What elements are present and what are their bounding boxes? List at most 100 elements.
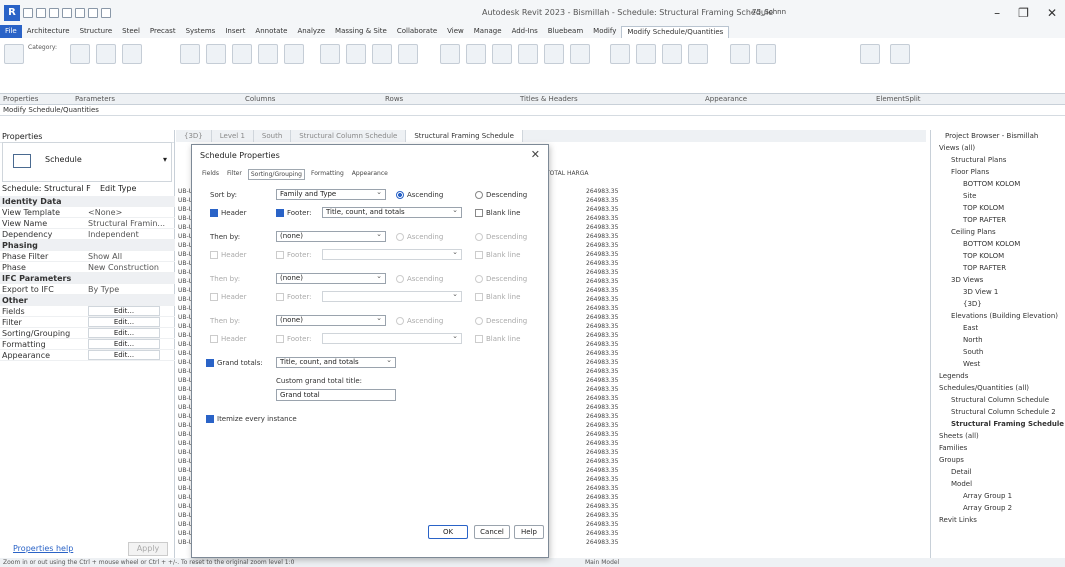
apply-button[interactable]: Apply bbox=[128, 542, 168, 556]
tree-item[interactable]: Structural Column Schedule 2 bbox=[951, 408, 1056, 416]
tree-item[interactable]: 3D View 1 bbox=[963, 288, 998, 296]
tree-item[interactable]: Structural Plans bbox=[951, 156, 1006, 164]
resize-row-icon[interactable] bbox=[398, 44, 418, 64]
schedule-cell-total[interactable]: 264983.35 bbox=[586, 350, 618, 358]
footer-checkbox[interactable] bbox=[276, 209, 284, 217]
font-icon[interactable] bbox=[688, 44, 708, 64]
dialog-tab[interactable]: Formatting bbox=[309, 169, 346, 180]
close-icon[interactable]: ✕ bbox=[1047, 6, 1057, 20]
schedule-cell-total[interactable]: 264983.35 bbox=[586, 395, 618, 403]
properties-help-link[interactable]: Properties help bbox=[13, 544, 73, 553]
tree-item[interactable]: Model bbox=[951, 480, 972, 488]
schedule-cell-total[interactable]: 264983.35 bbox=[586, 251, 618, 259]
schedule-cell-total[interactable]: 264983.35 bbox=[586, 224, 618, 232]
schedule-cell-total[interactable]: 264983.35 bbox=[586, 521, 618, 529]
blank-line-checkbox[interactable] bbox=[475, 293, 483, 301]
tree-item[interactable]: Detail bbox=[951, 468, 972, 476]
schedule-cell-total[interactable]: 264983.35 bbox=[586, 449, 618, 457]
footer-checkbox[interactable] bbox=[276, 335, 284, 343]
sort-by-select[interactable]: Family and Type bbox=[276, 188, 386, 200]
schedule-cell-total[interactable]: 264983.35 bbox=[586, 467, 618, 475]
measure-icon[interactable] bbox=[88, 7, 98, 18]
ok-button[interactable]: OK bbox=[428, 525, 468, 539]
user-name[interactable]: 75_Schnn bbox=[752, 8, 786, 16]
itemize-checkbox[interactable] bbox=[206, 415, 214, 423]
tree-item[interactable]: Ceiling Plans bbox=[951, 228, 996, 236]
unhide-column-icon[interactable] bbox=[284, 44, 304, 64]
ribbon-tab[interactable]: Architecture bbox=[22, 25, 75, 38]
schedule-cell-total[interactable]: 264983.35 bbox=[586, 476, 618, 484]
tree-item[interactable]: North bbox=[963, 336, 983, 344]
schedule-cell-total[interactable]: 264983.35 bbox=[586, 422, 618, 430]
schedule-cell-total[interactable]: 264983.35 bbox=[586, 188, 618, 196]
tree-item[interactable]: Legends bbox=[939, 372, 968, 380]
cancel-button[interactable]: Cancel bbox=[474, 525, 510, 539]
ribbon-tab[interactable]: Collaborate bbox=[392, 25, 442, 38]
blank-line-checkbox[interactable] bbox=[475, 251, 483, 259]
tree-item[interactable]: BOTTOM KOLOM bbox=[963, 240, 1020, 248]
footer-select[interactable] bbox=[322, 332, 462, 344]
schedule-cell-total[interactable]: 264983.35 bbox=[586, 206, 618, 214]
ascending-radio[interactable] bbox=[396, 191, 404, 199]
schedule-cell-total[interactable]: 264983.35 bbox=[586, 539, 618, 547]
ribbon-tab[interactable]: Analyze bbox=[292, 25, 330, 38]
schedule-cell-total[interactable]: 264983.35 bbox=[586, 341, 618, 349]
descending-radio[interactable] bbox=[475, 317, 483, 325]
tree-item[interactable]: Structural Framing Schedule bbox=[951, 420, 1064, 428]
blank-line-checkbox[interactable] bbox=[475, 335, 483, 343]
ribbon-tab[interactable]: Insert bbox=[220, 25, 250, 38]
insert-column-icon[interactable] bbox=[180, 44, 200, 64]
footer-select[interactable] bbox=[322, 290, 462, 302]
ribbon-tab[interactable]: Systems bbox=[181, 25, 221, 38]
tree-item[interactable]: Schedules/Quantities (all) bbox=[939, 384, 1029, 392]
tree-item[interactable]: Views (all) bbox=[939, 144, 975, 152]
schedule-cell-total[interactable]: 264983.35 bbox=[586, 440, 618, 448]
document-tab[interactable]: Structural Framing Schedule bbox=[406, 130, 523, 142]
property-section[interactable]: IFC Parameters bbox=[0, 273, 175, 284]
merge-unmerge-icon[interactable] bbox=[440, 44, 460, 64]
schedule-cell-total[interactable]: 264983.35 bbox=[586, 278, 618, 286]
dialog-tab[interactable]: Filter bbox=[225, 169, 244, 180]
ribbon-tab[interactable]: Add-Ins bbox=[507, 25, 543, 38]
document-tab[interactable]: Structural Column Schedule bbox=[291, 130, 407, 142]
footer-select[interactable]: Title, count, and totals bbox=[322, 206, 462, 218]
format-unit-icon[interactable] bbox=[70, 44, 90, 64]
header-checkbox[interactable] bbox=[210, 335, 218, 343]
tree-item[interactable]: TOP KOLOM bbox=[963, 204, 1004, 212]
schedule-cell-total[interactable]: 264983.35 bbox=[586, 359, 618, 367]
save-icon[interactable] bbox=[36, 7, 46, 18]
revit-logo-icon[interactable]: R bbox=[4, 4, 20, 21]
ribbon-tab[interactable]: Annotate bbox=[250, 25, 292, 38]
tree-item[interactable]: TOP RAFTER bbox=[963, 216, 1006, 224]
maximize-icon[interactable]: ❐ bbox=[1018, 6, 1029, 20]
schedule-cell-total[interactable]: 264983.35 bbox=[586, 377, 618, 385]
split-place-icon[interactable] bbox=[890, 44, 910, 64]
dialog-tab[interactable]: Fields bbox=[200, 169, 221, 180]
footer-checkbox[interactable] bbox=[276, 293, 284, 301]
schedule-cell-total[interactable]: 264983.35 bbox=[586, 269, 618, 277]
footer-select[interactable] bbox=[322, 248, 462, 260]
schedule-cell-total[interactable]: 264983.35 bbox=[586, 512, 618, 520]
minimize-icon[interactable]: – bbox=[994, 6, 1000, 20]
grand-totals-select[interactable]: Title, count, and totals bbox=[276, 356, 396, 368]
header-checkbox[interactable] bbox=[210, 293, 218, 301]
blank-line-checkbox[interactable] bbox=[475, 209, 483, 217]
delete-column-icon[interactable] bbox=[206, 44, 226, 64]
open-icon[interactable] bbox=[23, 7, 33, 18]
ribbon-tab[interactable]: View bbox=[442, 25, 469, 38]
insert-image-icon[interactable] bbox=[466, 44, 486, 64]
property-section[interactable]: Identity Data bbox=[0, 196, 175, 207]
schedule-cell-total[interactable]: 264983.35 bbox=[586, 332, 618, 340]
tree-item[interactable]: South bbox=[963, 348, 983, 356]
instance-selector[interactable]: Schedule: Structural F Edit Type bbox=[0, 182, 175, 195]
schedule-cell-total[interactable]: 264983.35 bbox=[586, 485, 618, 493]
redo-icon[interactable] bbox=[62, 7, 72, 18]
schedule-cell-total[interactable]: 264983.35 bbox=[586, 404, 618, 412]
schedule-cell-total[interactable]: 264983.35 bbox=[586, 260, 618, 268]
edit-button[interactable]: Edit... bbox=[88, 317, 160, 327]
edit-type-button[interactable]: Edit Type bbox=[100, 182, 136, 195]
shading-icon[interactable] bbox=[610, 44, 630, 64]
tree-item[interactable]: {3D} bbox=[963, 300, 982, 308]
tree-item[interactable]: West bbox=[963, 360, 980, 368]
help-button[interactable]: Help bbox=[514, 525, 544, 539]
